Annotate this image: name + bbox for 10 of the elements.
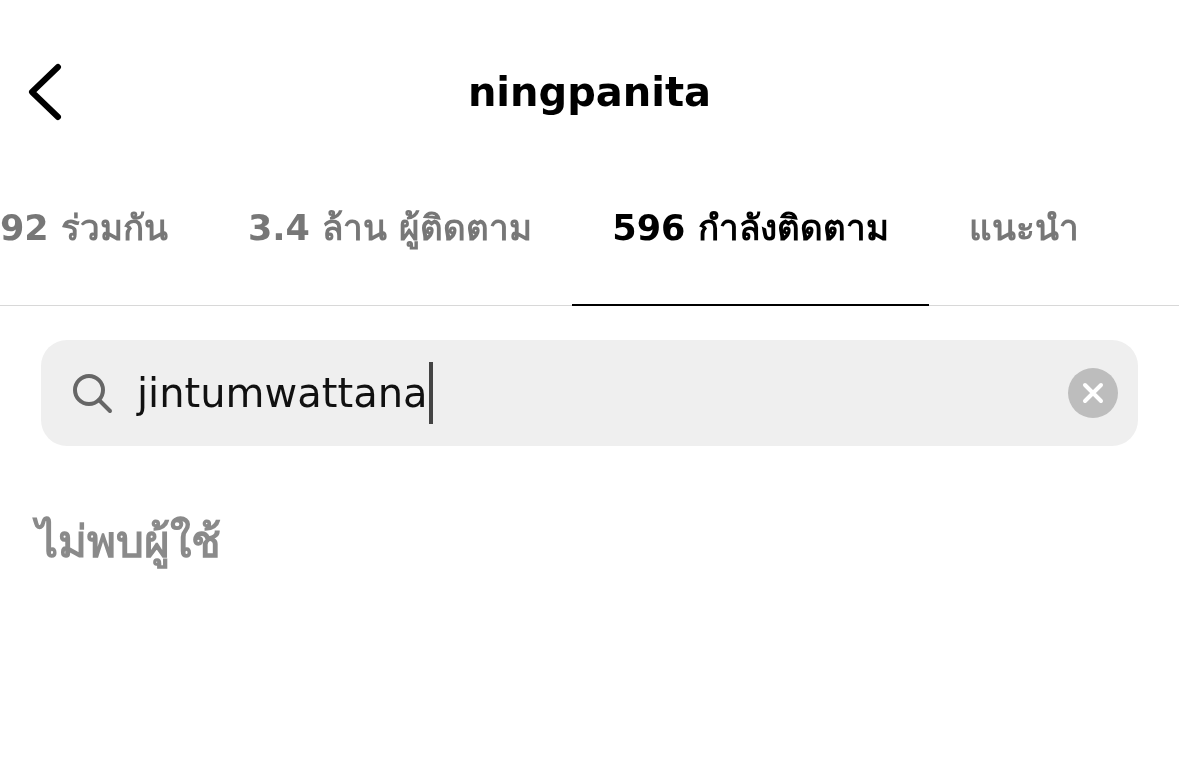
close-icon [1082, 382, 1104, 404]
back-button[interactable] [26, 63, 64, 121]
tab[interactable]: แนะนำ [928, 150, 1119, 306]
tab[interactable]: 3.4 ล้าน ผู้ติดตาม [207, 150, 573, 306]
tab[interactable]: 596 กำลังติดตาม [572, 150, 929, 306]
tab[interactable]: 92 ร่วมกัน [0, 150, 208, 306]
text-caret [428, 362, 433, 424]
search-field[interactable]: jintumwattana [41, 340, 1138, 446]
profile-username: ningpanita [467, 69, 712, 115]
search-icon [71, 372, 113, 414]
